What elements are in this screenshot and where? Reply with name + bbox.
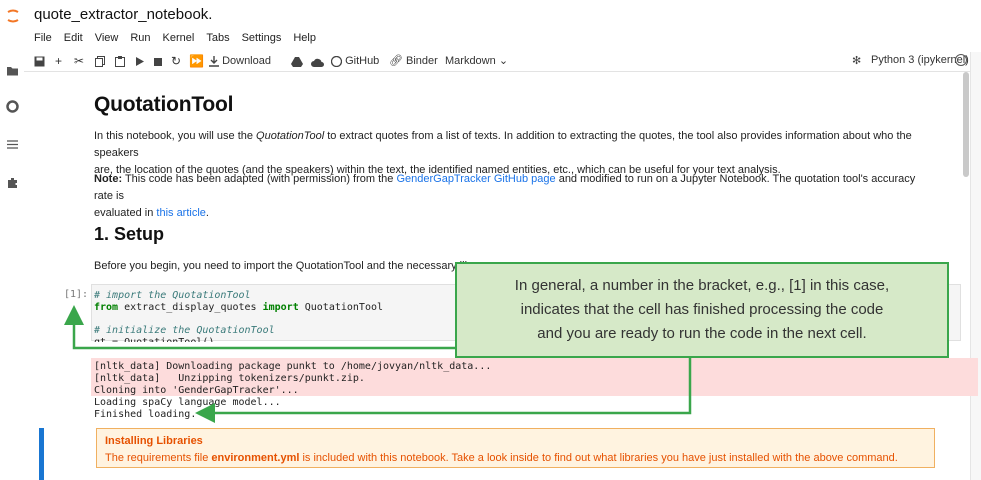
annotation-arrows (64, 305, 692, 423)
arrow-to-output (195, 358, 692, 423)
arrow-to-prompt (64, 305, 455, 350)
